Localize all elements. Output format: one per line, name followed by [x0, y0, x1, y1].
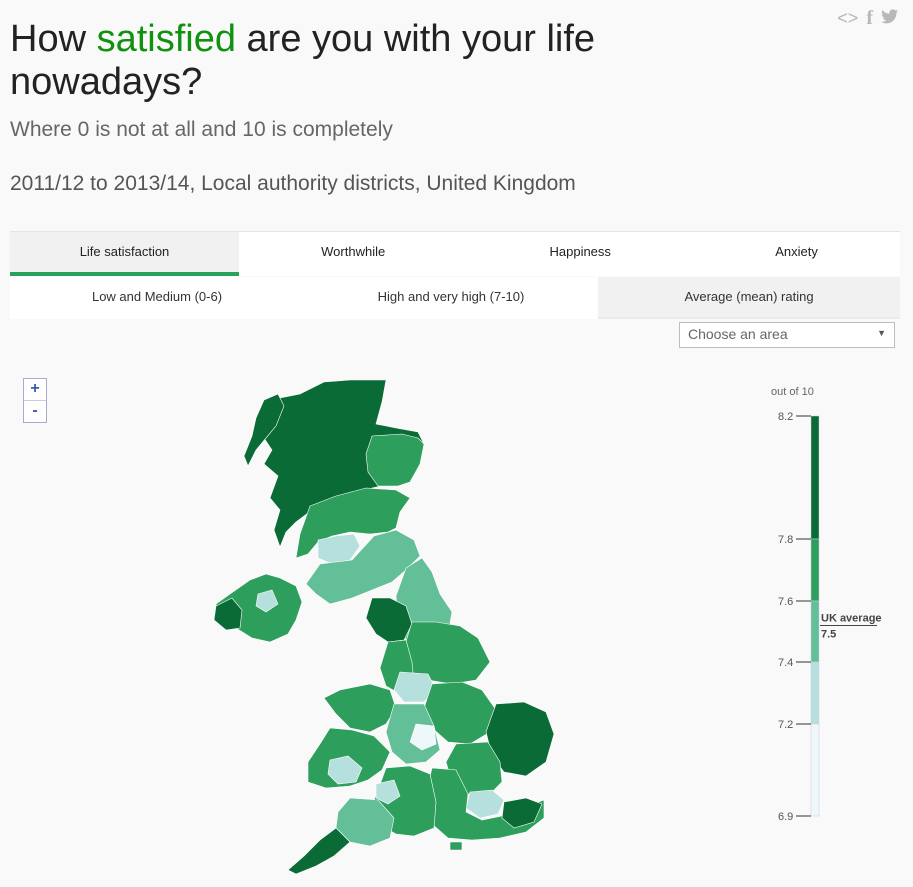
zoom-out-button[interactable]: - — [24, 400, 46, 422]
legend-band-1 — [810, 538, 820, 602]
uk-average-label: UK average — [821, 613, 882, 625]
legend-tick-label: 7.6 — [778, 596, 793, 608]
region-cornwall[interactable] — [287, 827, 351, 875]
legend-band-2 — [810, 600, 820, 663]
measure-tabs: Life satisfaction Worthwhile Happiness A… — [10, 231, 900, 276]
uk-average-value: 7.5 — [821, 629, 836, 641]
region-isle-of-wight[interactable] — [449, 841, 463, 851]
tab-high-very-high[interactable]: High and very high (7-10) — [304, 277, 598, 319]
area-select[interactable]: Choose an area ▼ — [679, 322, 895, 348]
legend-tick-label: 7.4 — [778, 657, 793, 669]
zoom-in-button[interactable]: + — [24, 379, 46, 400]
legend-band-3 — [810, 661, 820, 725]
view-tabs: Low and Medium (0-6) High and very high … — [10, 277, 900, 319]
tab-average-rating[interactable]: Average (mean) rating — [598, 277, 900, 319]
region-wales-north[interactable] — [323, 683, 397, 733]
uk-choropleth-map[interactable] — [200, 372, 570, 882]
tab-happiness[interactable]: Happiness — [467, 232, 693, 276]
area-select-placeholder: Choose an area — [688, 326, 788, 342]
legend-tick-label: 6.9 — [778, 811, 793, 823]
legend-band-4 — [810, 723, 820, 817]
title-highlight: satisfied — [96, 18, 236, 60]
page-title: How satisfied are you with your life now… — [10, 18, 596, 103]
tab-worthwhile[interactable]: Worthwhile — [239, 232, 467, 276]
tab-life-satisfaction[interactable]: Life satisfaction — [10, 232, 239, 276]
region-london[interactable] — [465, 789, 505, 819]
legend-tick-label: 8.2 — [778, 411, 793, 423]
tab-low-medium[interactable]: Low and Medium (0-6) — [10, 277, 304, 319]
legend-band-0 — [810, 415, 820, 540]
chevron-down-icon: ▼ — [877, 328, 886, 338]
code-icon[interactable]: <> — [837, 8, 858, 28]
legend-unit: out of 10 — [771, 386, 814, 398]
zoom-control: + - — [23, 378, 47, 423]
tab-anxiety[interactable]: Anxiety — [693, 232, 900, 276]
region-scotland-northeast[interactable] — [365, 433, 425, 487]
legend-tick-label: 7.2 — [778, 719, 793, 731]
twitter-icon[interactable] — [881, 8, 899, 28]
facebook-icon[interactable]: f — [866, 8, 873, 28]
share-bar: <> f — [837, 8, 899, 28]
data-period: 2011/12 to 2013/14, Local authority dist… — [10, 172, 576, 195]
legend-tick-label: 7.8 — [778, 534, 793, 546]
legend: 8.2 7.8 7.6 7.4 7.2 6.9 UK average 7.5 out of 1… — [760, 380, 910, 830]
legend-scale: 8.2 7.8 7.6 7.4 7.2 6.9 UK average 7.5 — [778, 411, 882, 823]
page-subtitle: Where 0 is not at all and 10 is complete… — [10, 118, 393, 141]
